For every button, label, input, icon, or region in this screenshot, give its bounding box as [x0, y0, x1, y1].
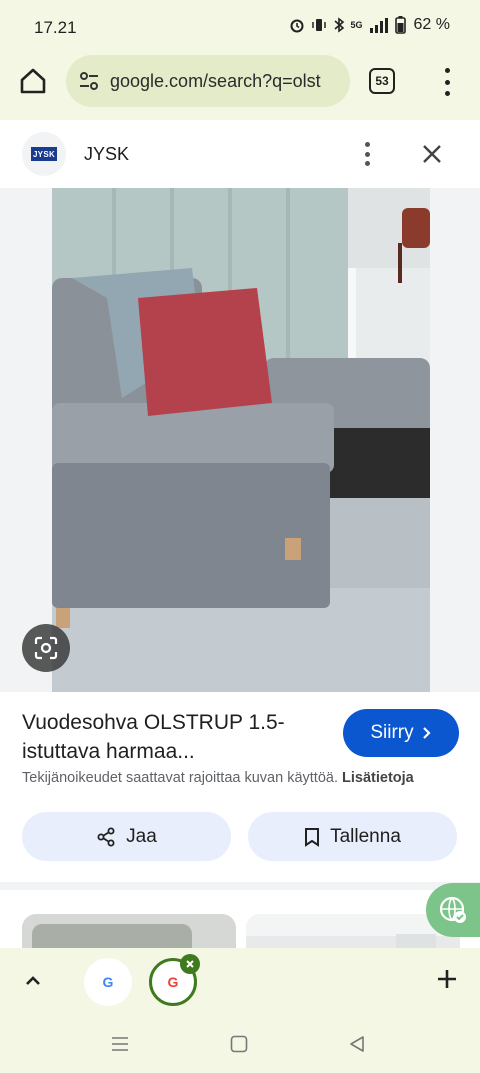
signal-icon — [369, 18, 388, 33]
battery-icon — [394, 16, 406, 34]
browser-toolbar: google.com/search?q=olst 53 — [0, 52, 480, 116]
status-icons: 5G 62 % — [289, 16, 450, 34]
more-vert-icon[interactable] — [362, 142, 372, 166]
tune-icon[interactable] — [78, 70, 100, 92]
recents-icon[interactable] — [111, 1035, 129, 1053]
back-icon[interactable] — [348, 1035, 366, 1053]
visit-button-label: Siirry — [370, 722, 414, 743]
share-label: Jaa — [126, 825, 157, 847]
image-area — [0, 188, 480, 692]
battery-percent: 62 % — [413, 16, 450, 33]
image-viewer-panel: JYSK JYSK Vuodesohva OLSTRUP 1.5-istutta… — [0, 120, 480, 974]
bluetooth-icon — [333, 17, 344, 33]
share-button[interactable]: Jaa — [22, 812, 231, 861]
copyright-notice: Tekijänoikeudet saattavat rajoittaa kuva… — [22, 770, 414, 786]
result-title[interactable]: Vuodesohva OLSTRUP 1.5-istuttava harmaa.… — [22, 708, 322, 766]
status-bar: 17.21 5G 62 % — [0, 0, 480, 56]
product-image[interactable] — [52, 188, 430, 692]
alarm-icon — [290, 19, 304, 33]
chevron-right-icon — [422, 727, 431, 739]
chevron-up-icon[interactable] — [22, 970, 44, 992]
source-name[interactable]: JYSK — [84, 144, 129, 165]
divider — [0, 882, 480, 890]
close-icon[interactable] — [418, 140, 446, 168]
save-button[interactable]: Tallenna — [248, 812, 457, 861]
visit-button[interactable]: Siirry — [343, 709, 459, 757]
tab-google[interactable]: G — [84, 958, 132, 1006]
source-header: JYSK JYSK — [0, 120, 480, 188]
network-label: 5G — [350, 20, 363, 30]
more-info-link[interactable]: Lisätietoja — [342, 770, 414, 786]
save-label: Tallenna — [330, 825, 401, 847]
home-nav-icon[interactable] — [230, 1035, 248, 1053]
home-icon[interactable] — [18, 66, 48, 96]
plus-icon[interactable] — [436, 968, 458, 990]
tab-switcher-button[interactable]: 53 — [369, 68, 395, 94]
google-lens-button[interactable] — [22, 624, 70, 672]
close-tab-icon[interactable] — [180, 954, 200, 974]
bookmark-icon — [305, 827, 320, 847]
tab-group-bar: G G — [0, 948, 480, 1016]
google-lens-icon — [34, 636, 58, 660]
url-text: google.com/search?q=olst — [110, 70, 321, 91]
share-icon — [97, 827, 115, 846]
system-nav-bar — [0, 1016, 480, 1073]
source-logo: JYSK — [22, 132, 66, 176]
address-bar[interactable]: google.com/search?q=olst — [66, 55, 350, 107]
vibrate-icon — [311, 19, 326, 31]
globe-check-icon — [439, 896, 466, 923]
status-time: 17.21 — [34, 18, 77, 37]
translate-fab[interactable] — [426, 883, 480, 937]
more-vert-icon[interactable] — [440, 68, 454, 96]
